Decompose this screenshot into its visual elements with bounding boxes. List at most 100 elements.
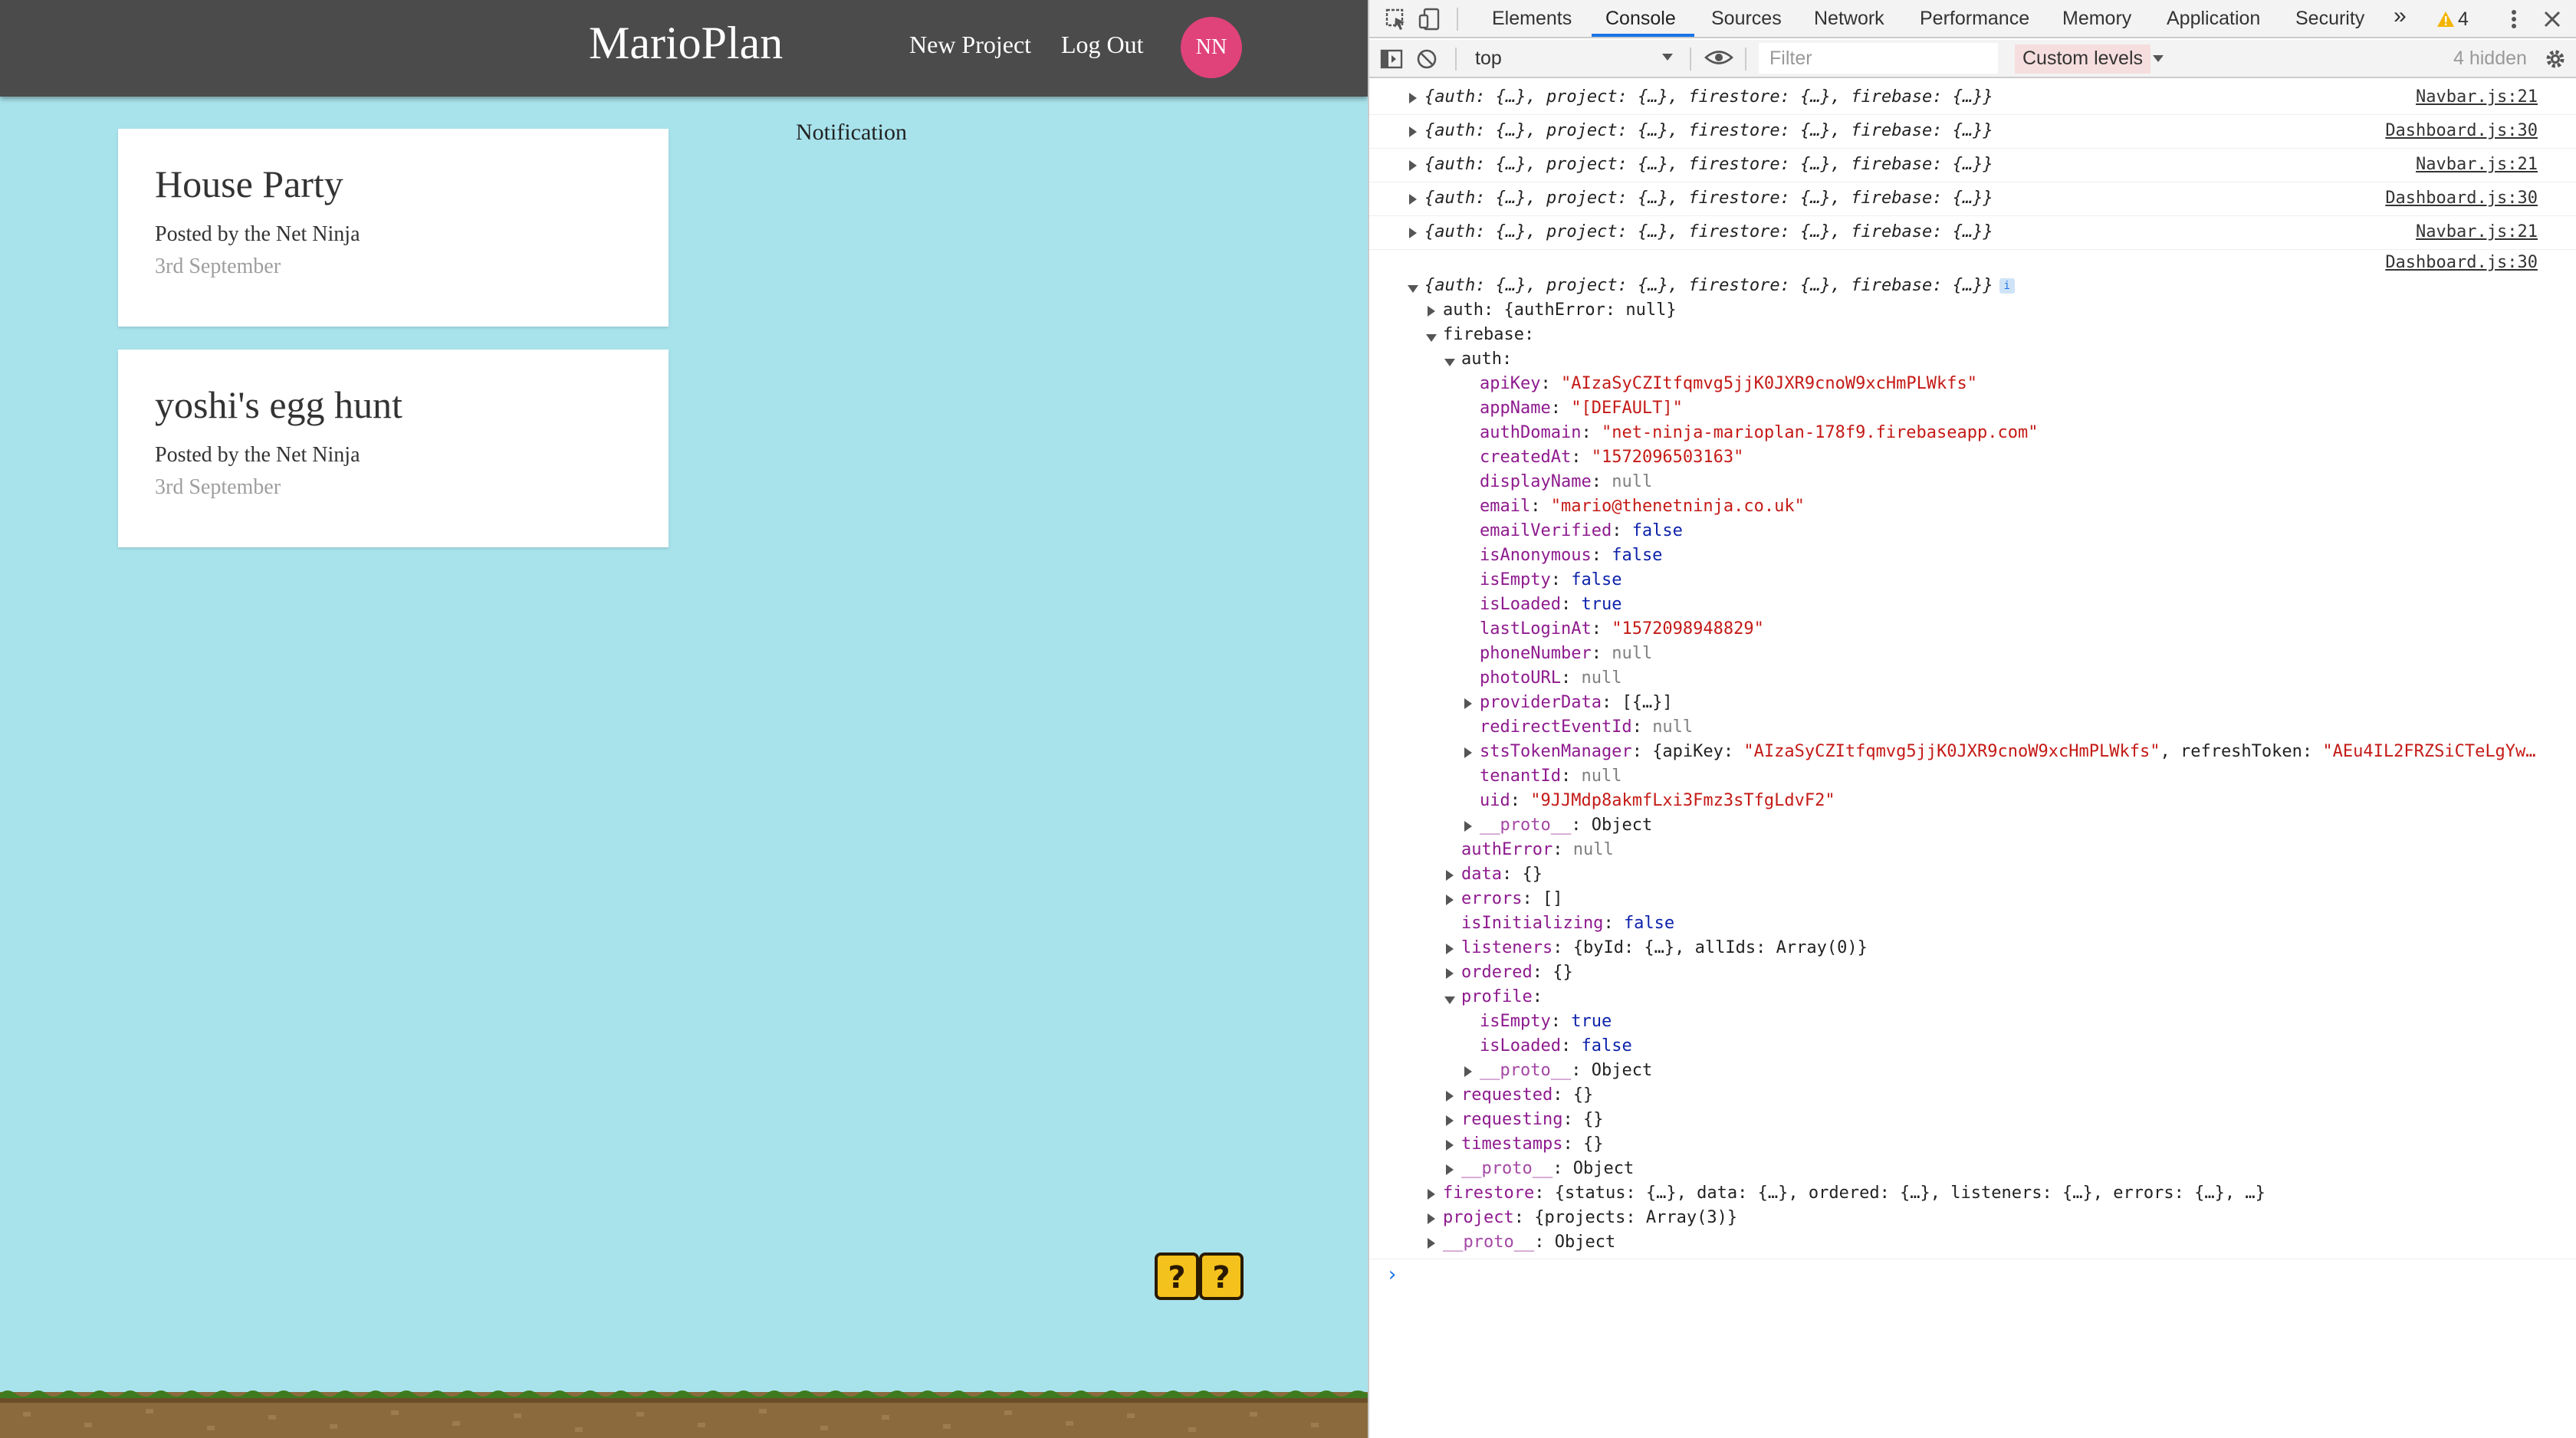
collapse-arrow-icon[interactable] [1444, 996, 1455, 1004]
prop-firebase-proto[interactable]: __proto__: Object [1461, 1159, 1634, 1184]
console-output: {auth: {…}, project: {…}, firestore: {…}… [1369, 80, 2576, 1438]
expand-arrow-icon[interactable] [1428, 1213, 1435, 1224]
expand-arrow-icon[interactable] [1446, 1115, 1454, 1126]
kebab-menu-icon[interactable] [2501, 6, 2527, 32]
expand-arrow-icon[interactable] [1446, 1091, 1454, 1101]
tab-application[interactable]: Application [2167, 8, 2260, 30]
collapse-arrow-icon[interactable] [1408, 285, 1418, 293]
prop-ststokenmanager[interactable]: stsTokenManager: {apiKey: "AIzaSyCZItfqm… [1480, 742, 2536, 767]
collapse-arrow-icon[interactable] [1444, 359, 1455, 366]
expand-arrow-icon[interactable] [1464, 821, 1472, 832]
expand-arrow-icon[interactable] [1428, 306, 1435, 317]
inspect-element-icon[interactable] [1383, 6, 1409, 32]
warning-badge[interactable]: 4 [2436, 6, 2469, 32]
console-log-entry[interactable]: {auth: {…}, project: {…}, firestore: {…}… [1369, 115, 2576, 149]
tab-sources[interactable]: Sources [1711, 8, 1782, 30]
prop-profile[interactable]: profile: [1461, 987, 1543, 1012]
expand-arrow-icon[interactable] [1446, 870, 1454, 881]
warning-count: 4 [2458, 8, 2469, 30]
info-icon[interactable]: i [1999, 278, 2015, 294]
live-expression-eye-icon[interactable] [1704, 44, 1734, 71]
expand-arrow-icon[interactable] [1428, 1238, 1435, 1249]
prop-timestamps[interactable]: timestamps: {} [1461, 1134, 1603, 1159]
source-link[interactable]: Dashboard.js:30 [2385, 189, 2538, 208]
prop-listeners[interactable]: listeners: {byId: {…}, allIds: Array(0)} [1461, 938, 1868, 963]
expand-arrow-icon[interactable] [1446, 1140, 1454, 1151]
tab-memory[interactable]: Memory [2062, 8, 2131, 30]
prop-apikey: apiKey: "AIzaSyCZItfqmvg5jjK0JXR9cnoW9xc… [1480, 374, 1978, 393]
tab-performance[interactable]: Performance [1920, 8, 2029, 30]
console-log-entry[interactable]: {auth: {…}, project: {…}, firestore: {…}… [1369, 182, 2576, 216]
prop-isinitializing: isInitializing: false [1461, 914, 1675, 933]
project-card[interactable]: yoshi's egg hunt Posted by the Net Ninja… [118, 350, 669, 547]
expand-arrow-icon[interactable] [1464, 1066, 1472, 1077]
expand-arrow-icon[interactable] [1428, 1189, 1435, 1200]
prop-firebase-auth[interactable]: auth: [1461, 350, 1512, 374]
console-log-entry[interactable]: {auth: {…}, project: {…}, firestore: {…}… [1369, 216, 2576, 250]
prop-data[interactable]: data: {} [1461, 865, 1543, 889]
prop-email: email: "mario@thenetninja.co.uk" [1480, 497, 1805, 516]
device-toolbar-icon[interactable] [1417, 6, 1443, 32]
avatar[interactable]: NN [1181, 17, 1242, 78]
new-project-link[interactable]: New Project [909, 31, 1031, 59]
gear-icon[interactable] [2542, 46, 2568, 72]
prop-profile-proto[interactable]: __proto__: Object [1480, 1061, 1652, 1085]
tab-network[interactable]: Network [1814, 8, 1884, 30]
prop-uid: uid: "9JJMdp8akmfLxi3Fmz3sTfgLdvF2" [1480, 791, 1835, 810]
filter-input[interactable] [1759, 43, 1998, 74]
close-icon[interactable] [2539, 6, 2565, 32]
expand-arrow-icon[interactable] [1464, 698, 1472, 709]
toolbar-divider [1690, 48, 1691, 71]
expanded-log-summary[interactable]: {auth: {…}, project: {…}, firestore: {…}… [1424, 276, 2015, 300]
notification-heading: Notification [796, 120, 907, 145]
prop-ordered[interactable]: ordered: {} [1461, 963, 1573, 987]
brand-logo[interactable]: MarioPlan [589, 17, 783, 70]
context-select[interactable]: top [1470, 44, 1671, 72]
expand-arrow-icon[interactable] [1446, 944, 1454, 954]
console-log-entry[interactable]: {auth: {…}, project: {…}, firestore: {…}… [1369, 81, 2576, 115]
expand-arrow-icon[interactable] [1446, 1164, 1454, 1175]
project-card[interactable]: House Party Posted by the Net Ninja 3rd … [118, 129, 669, 327]
console-log-entry[interactable]: {auth: {…}, project: {…}, firestore: {…}… [1369, 149, 2576, 182]
prop-root-proto[interactable]: __proto__: Object [1443, 1233, 1615, 1257]
source-link[interactable]: Dashboard.js:30 [2385, 253, 2538, 272]
expand-arrow-icon[interactable] [1409, 160, 1417, 171]
log-text: {auth: {…}, project: {…}, firestore: {…}… [1424, 121, 1993, 140]
clear-console-icon[interactable] [1414, 46, 1440, 72]
expand-arrow-icon[interactable] [1409, 194, 1417, 205]
prop-auth[interactable]: auth: {authError: null} [1443, 300, 1677, 325]
log-text: {auth: {…}, project: {…}, firestore: {…}… [1424, 276, 1993, 295]
prop-lastloginat: lastLoginAt: "1572098948829" [1480, 619, 1764, 639]
prop-requested[interactable]: requested: {} [1461, 1085, 1593, 1110]
chevron-down-icon [1662, 54, 1673, 61]
expand-arrow-icon[interactable] [1409, 228, 1417, 238]
tab-elements[interactable]: Elements [1492, 8, 1572, 30]
expand-arrow-icon[interactable] [1446, 968, 1454, 979]
prop-autherror: authError: null [1461, 840, 1614, 859]
source-link[interactable]: Navbar.js:21 [2416, 87, 2538, 107]
prop-firestore[interactable]: firestore: {status: {…}, data: {…}, orde… [1443, 1184, 2266, 1208]
log-levels-dropdown[interactable]: Custom levels [2015, 44, 2150, 74]
expand-arrow-icon[interactable] [1409, 93, 1417, 103]
sidebar-toggle-icon[interactable] [1378, 46, 1405, 72]
prop-proto[interactable]: __proto__: Object [1480, 816, 1652, 840]
prop-project[interactable]: project: {projects: Array(3)} [1443, 1208, 1737, 1233]
source-link[interactable]: Navbar.js:21 [2416, 155, 2538, 174]
expand-arrow-icon[interactable] [1446, 895, 1454, 905]
toolbar-divider [1745, 48, 1746, 71]
project-author: Posted by the Net Ninja [155, 442, 360, 467]
prop-errors[interactable]: errors: [] [1461, 889, 1562, 914]
tab-security[interactable]: Security [2295, 8, 2364, 30]
source-link[interactable]: Dashboard.js:30 [2385, 121, 2538, 140]
expand-arrow-icon[interactable] [1409, 126, 1417, 137]
log-out-link[interactable]: Log Out [1061, 31, 1144, 59]
tab-console[interactable]: Console [1605, 8, 1676, 30]
prop-providerdata[interactable]: providerData: [{…}] [1480, 693, 1673, 717]
more-tabs-button[interactable]: » [2394, 3, 2407, 29]
expand-arrow-icon[interactable] [1464, 747, 1472, 758]
console-prompt[interactable]: › [1386, 1263, 1398, 1286]
prop-requesting[interactable]: requesting: {} [1461, 1110, 1603, 1134]
collapse-arrow-icon[interactable] [1426, 334, 1437, 342]
source-link[interactable]: Navbar.js:21 [2416, 222, 2538, 241]
prop-firebase[interactable]: firebase: [1443, 325, 1534, 350]
